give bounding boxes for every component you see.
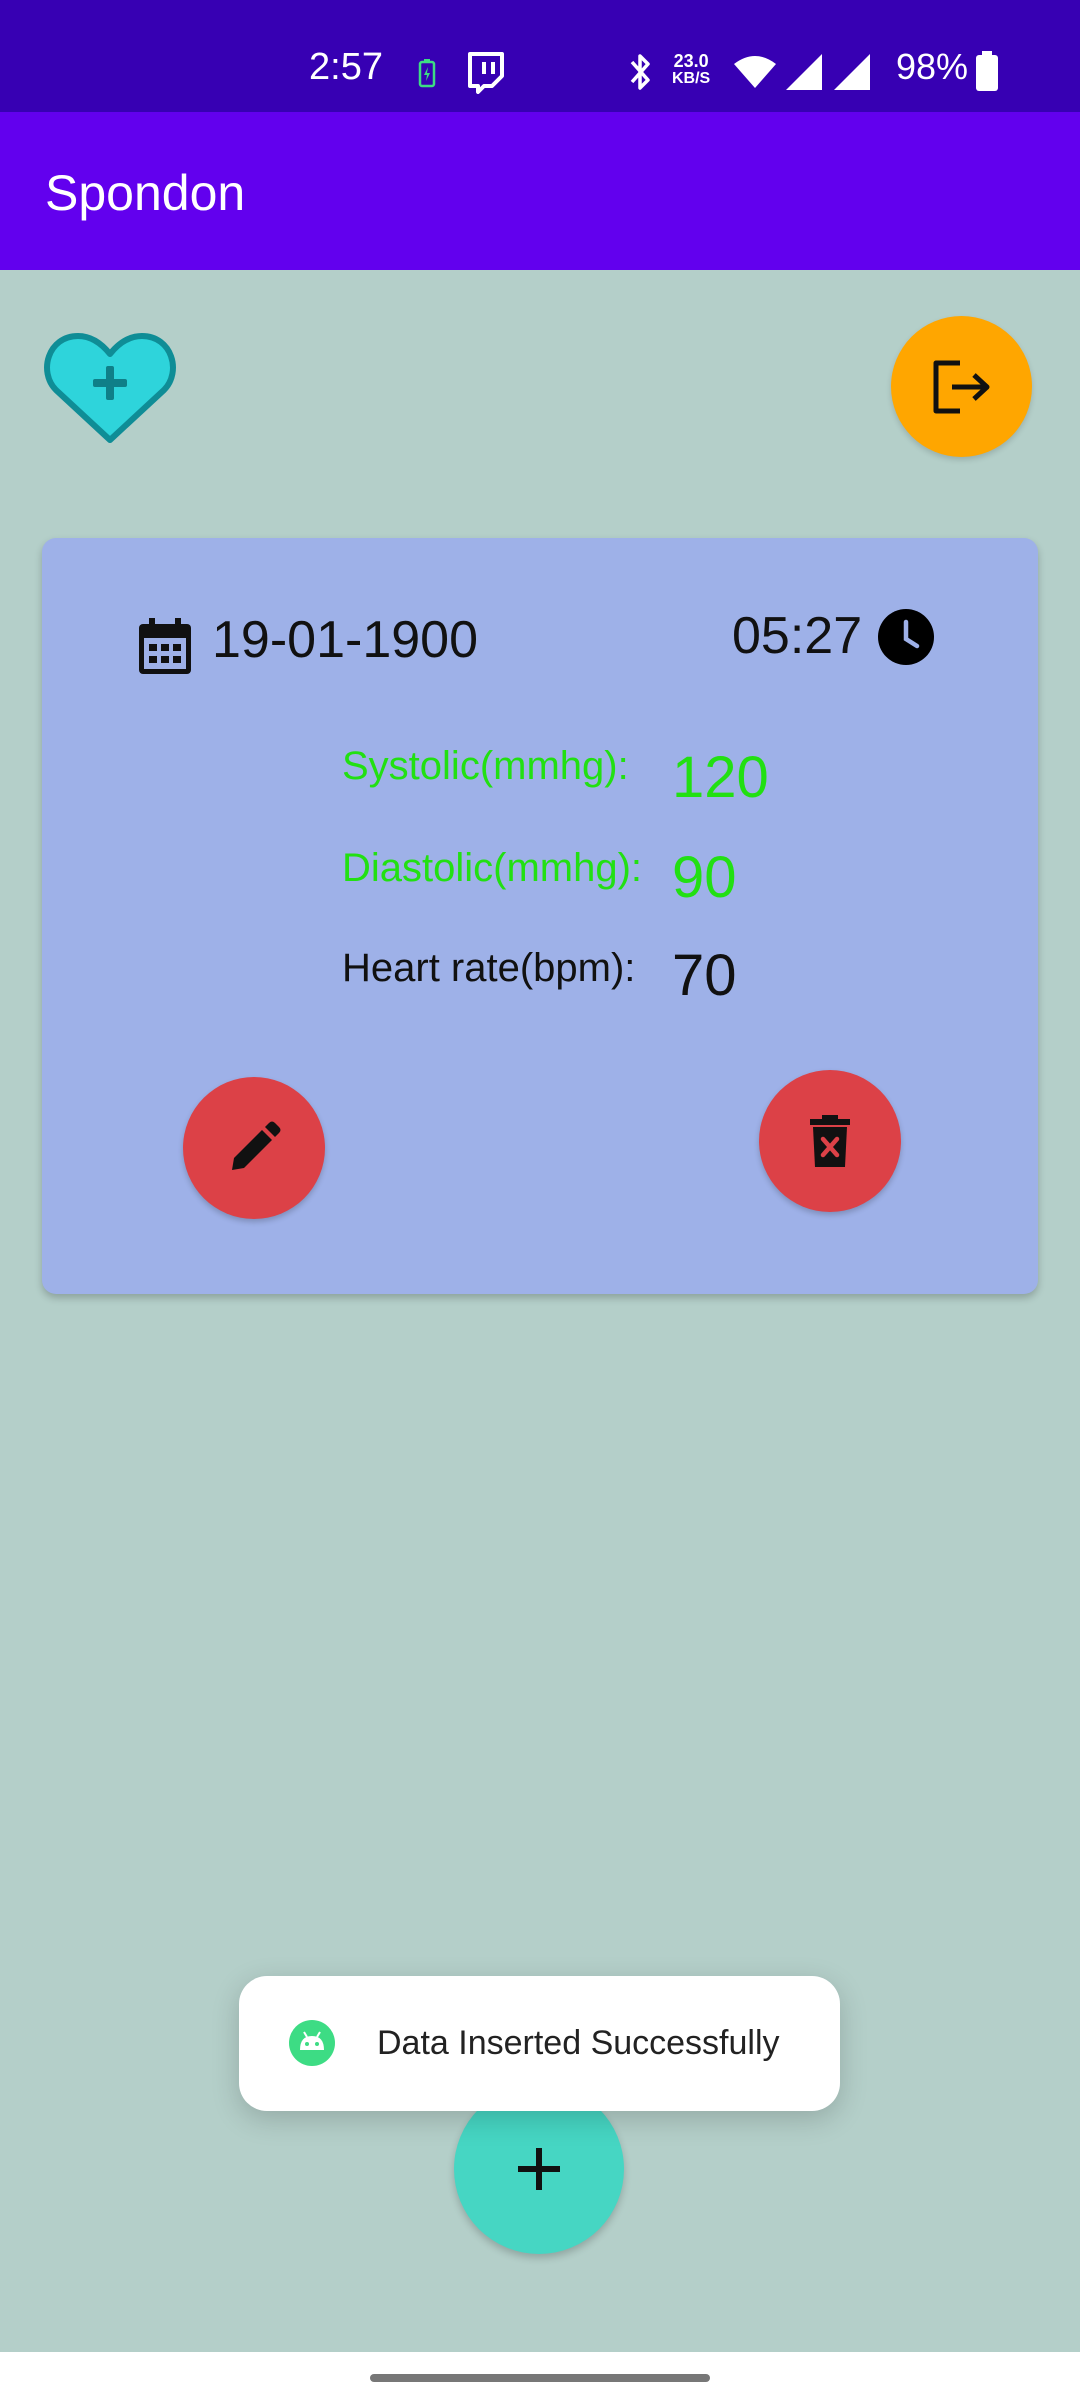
diastolic-value: 90 [672,845,737,910]
network-speed: 23.0 KB/S [672,52,710,88]
android-app-icon [289,2020,335,2066]
bluetooth-icon [630,54,650,90]
systolic-value: 120 [672,745,769,810]
clock-icon [878,609,934,665]
logout-icon [933,360,989,413]
battery-percent: 98% [896,46,969,87]
record-time: 05:27 [732,607,863,665]
trash-x-icon [810,1115,850,1167]
navigation-bar [0,2352,1080,2400]
battery-saver-icon [418,59,436,88]
heart-plus-icon [44,333,176,443]
edit-record-button[interactable] [183,1077,325,1219]
blood-pressure-record-card: 19-01-1900 05:27 Systolic(mmhg): 120 Dia… [42,538,1038,1294]
battery-icon [976,51,998,91]
network-speed-unit: KB/S [672,70,711,87]
diastolic-label: Diastolic(mmhg): [342,846,643,890]
calendar-icon [139,618,191,674]
heart-rate-value: 70 [672,943,737,1008]
delete-record-button[interactable] [759,1070,901,1212]
pencil-icon [232,1121,281,1170]
wifi-icon [734,56,776,88]
status-bar: 2:57 23.0 KB/S 98% [0,0,1080,112]
status-time: 2:57 [309,46,383,88]
signal-icon [786,54,822,90]
toast-text: Data Inserted Successfully [377,2024,780,2062]
network-speed-value: 23.0 [673,51,709,71]
signal-icon [834,54,870,90]
app-bar: Spondon [0,112,1080,270]
home-gesture-handle[interactable] [370,2374,710,2382]
systolic-label: Systolic(mmhg): [342,744,629,788]
toast-message: Data Inserted Successfully [239,1976,840,2111]
app-title: Spondon [45,165,246,221]
heart-rate-label: Heart rate(bpm): [342,946,636,990]
plus-icon [518,2148,560,2190]
twitch-icon [468,52,504,94]
record-date: 19-01-1900 [212,611,478,669]
logout-button[interactable] [891,316,1032,457]
